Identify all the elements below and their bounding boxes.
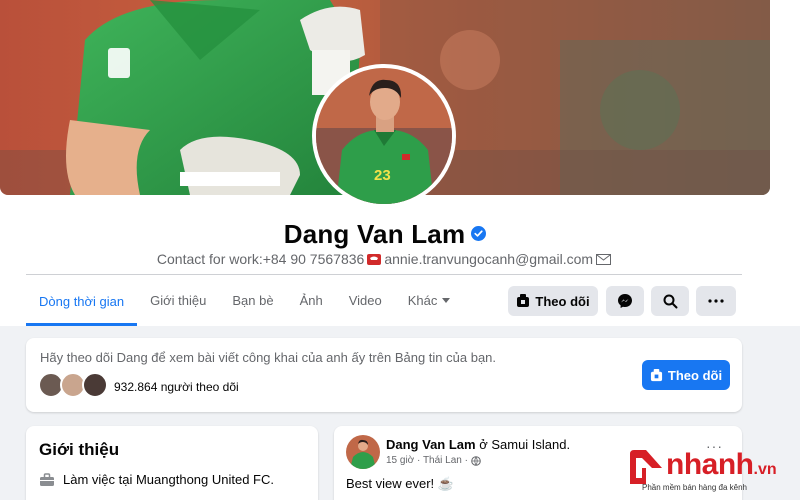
watermark-tagline: Phần mềm bán hàng đa kênh xyxy=(642,483,747,492)
tab-label: Ảnh xyxy=(299,292,323,308)
tab-label: Bạn bè xyxy=(232,292,274,308)
follow-prompt-text: Hãy theo dõi Dang để xem bài viết công k… xyxy=(40,350,497,365)
tab-label: Dòng thời gian xyxy=(39,293,125,309)
post-timestamp[interactable]: 15 giờ · Thái Lan · xyxy=(386,455,468,466)
watermark-brand: nhanh.vn xyxy=(666,448,777,482)
watermark: nhanh.vn Phần mềm bán hàng đa kênh xyxy=(626,446,798,496)
tab-photos[interactable]: Ảnh xyxy=(287,276,336,324)
tab-label: Video xyxy=(348,292,382,308)
tab-more[interactable]: Khác xyxy=(395,276,464,324)
follow-prompt-card: Hãy theo dõi Dang để xem bài viết công k… xyxy=(26,338,742,412)
cover-edge xyxy=(770,0,800,195)
search-button[interactable] xyxy=(651,286,689,316)
bio-email[interactable]: annie.tranvungocanh@gmail.com xyxy=(384,251,593,267)
follow-button-label: Theo dõi xyxy=(535,293,590,309)
intro-work-text[interactable]: Làm việc tại Muangthong United FC. xyxy=(63,472,274,487)
avatar[interactable] xyxy=(82,372,108,398)
post-header: Dang Van Lam ở Samui Island. xyxy=(386,437,570,452)
watermark-brand-text: nhanh xyxy=(666,448,754,481)
post-meta: 15 giờ · Thái Lan · xyxy=(386,455,481,466)
envelope-icon xyxy=(596,252,612,265)
post-location[interactable]: ở Samui Island. xyxy=(479,437,570,452)
watermark-tld: .vn xyxy=(753,461,777,478)
tab-label: Khác xyxy=(407,292,438,308)
nhanh-logo-icon xyxy=(630,450,662,484)
post-author-name[interactable]: Dang Van Lam xyxy=(386,437,476,452)
telephone-icon xyxy=(367,252,382,265)
tab-video[interactable]: Video xyxy=(336,276,395,324)
briefcase-icon xyxy=(40,472,54,486)
profile-tabs: Dòng thời gian Giới thiệu Bạn bè Ảnh Vid… xyxy=(26,276,463,326)
svg-text:23: 23 xyxy=(374,167,391,184)
follow-button[interactable]: Theo dõi xyxy=(508,286,598,316)
profile-avatar[interactable]: 23 xyxy=(312,64,456,208)
tab-timeline[interactable]: Dòng thời gian xyxy=(26,276,138,326)
bio-contact: Contact for work:+84 90 7567836 xyxy=(156,251,365,267)
more-icon xyxy=(708,299,724,303)
intro-work-row: Làm việc tại Muangthong United FC. xyxy=(39,472,274,487)
intro-title: Giới thiệu xyxy=(39,440,120,459)
messenger-icon xyxy=(618,294,632,308)
follow-icon xyxy=(650,368,662,381)
followers-count[interactable]: 932.864 người theo dõi xyxy=(114,380,239,394)
globe-icon xyxy=(471,455,481,466)
profile-name-text: Dang Van Lam xyxy=(283,219,466,249)
post-author-avatar[interactable] xyxy=(346,435,380,469)
tab-friends[interactable]: Bạn bè xyxy=(219,276,286,324)
more-options-button[interactable] xyxy=(696,286,736,316)
follow-icon xyxy=(517,294,530,307)
profile-bio: Contact for work:+84 90 7567836 annie.tra… xyxy=(0,251,770,267)
profile-name: Dang Van Lam xyxy=(0,217,770,250)
follow-primary-button[interactable]: Theo dõi xyxy=(642,360,730,390)
header-divider xyxy=(26,274,742,275)
post-text: Best view ever! ☕ xyxy=(346,476,454,491)
follower-faces xyxy=(38,372,118,400)
tab-label: Giới thiệu xyxy=(150,292,207,308)
search-icon xyxy=(663,294,677,308)
messenger-button[interactable] xyxy=(606,286,644,316)
intro-card: Giới thiệu Làm việc tại Muangthong Unite… xyxy=(26,426,318,500)
follow-primary-label: Theo dõi xyxy=(667,367,723,383)
chevron-down-icon xyxy=(442,297,451,303)
verified-badge-icon xyxy=(471,217,487,241)
tab-about[interactable]: Giới thiệu xyxy=(137,276,219,324)
